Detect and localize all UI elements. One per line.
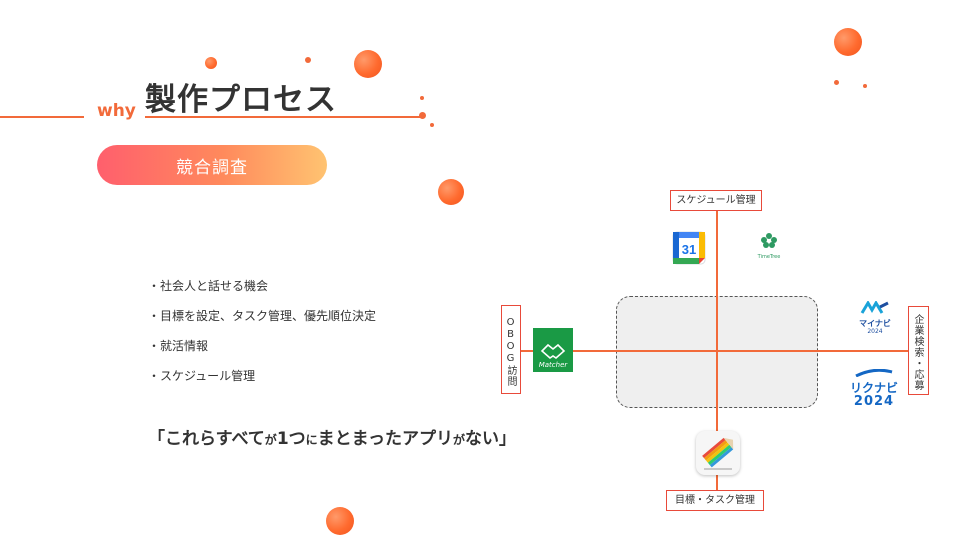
decor-ball xyxy=(326,507,354,535)
decor-ball xyxy=(438,179,464,205)
title-underline-left xyxy=(0,116,84,118)
why-label: why xyxy=(97,101,136,121)
axis-label-right: 企業検索・応募 xyxy=(908,306,929,395)
decor-ball xyxy=(834,28,862,56)
decor-dot xyxy=(430,123,434,127)
quote-part: まとまったアプリ xyxy=(317,429,453,449)
mynavi-logo: マイナビ 2024 xyxy=(856,300,894,335)
axis-label-top: スケジュール管理 xyxy=(670,190,762,211)
mynavi-name: マイナビ xyxy=(859,319,891,328)
gcal-date: 31 xyxy=(682,242,696,257)
matcher-name: Matcher xyxy=(538,361,568,369)
decor-dot xyxy=(305,57,311,63)
quote-part: に xyxy=(305,433,318,447)
horizontal-axis xyxy=(521,350,908,352)
decor-dot xyxy=(863,84,867,88)
timetree-name: TimeTree xyxy=(757,254,781,260)
section-pill: 競合調査 xyxy=(97,145,327,185)
bullet-item: ・スケジュール管理 xyxy=(148,369,256,383)
axis-label-left: OBOG訪問 xyxy=(501,305,521,394)
mynavi-year: 2024 xyxy=(867,328,883,335)
bullet-list: ・社会人と話せる機会 ・目標を設定、タスク管理、優先順位決定 ・就活情報 ・スケ… xyxy=(148,276,376,396)
quote-part: が xyxy=(264,433,277,447)
bullet-item: ・就活情報 xyxy=(148,339,209,353)
decor-ball xyxy=(354,50,382,78)
quote-part: ない」 xyxy=(465,429,517,449)
bullet-item: ・社会人と話せる機会 xyxy=(148,279,269,293)
decor-dot xyxy=(834,80,839,85)
bullet-item: ・目標を設定、タスク管理、優先順位決定 xyxy=(148,309,377,323)
quote-part: が xyxy=(453,433,466,447)
axis-label-bottom: 目標・タスク管理 xyxy=(666,490,764,511)
decor-ball xyxy=(205,57,217,69)
page-title: 製作プロセス xyxy=(145,82,337,118)
timetree-icon: TimeTree xyxy=(754,232,784,260)
matcher-app-icon: Matcher xyxy=(533,328,573,372)
rikunabi-name: リクナビ xyxy=(849,381,898,395)
quote-part: 1つ xyxy=(276,429,306,449)
handshake-icon xyxy=(540,343,566,360)
decor-dot xyxy=(420,96,424,100)
quote-part: 「これらすべて xyxy=(148,429,265,449)
rikunabi-year: 2024 xyxy=(853,394,895,409)
rikunabi-logo: リクナビ 2024 xyxy=(848,362,900,409)
task-app-pencil-icon xyxy=(696,431,740,475)
google-calendar-icon: 31 xyxy=(672,231,706,265)
conclusion-quote: 「これらすべてが1つにまとまったアプリがない」 xyxy=(148,424,516,449)
decor-dot xyxy=(419,112,426,119)
